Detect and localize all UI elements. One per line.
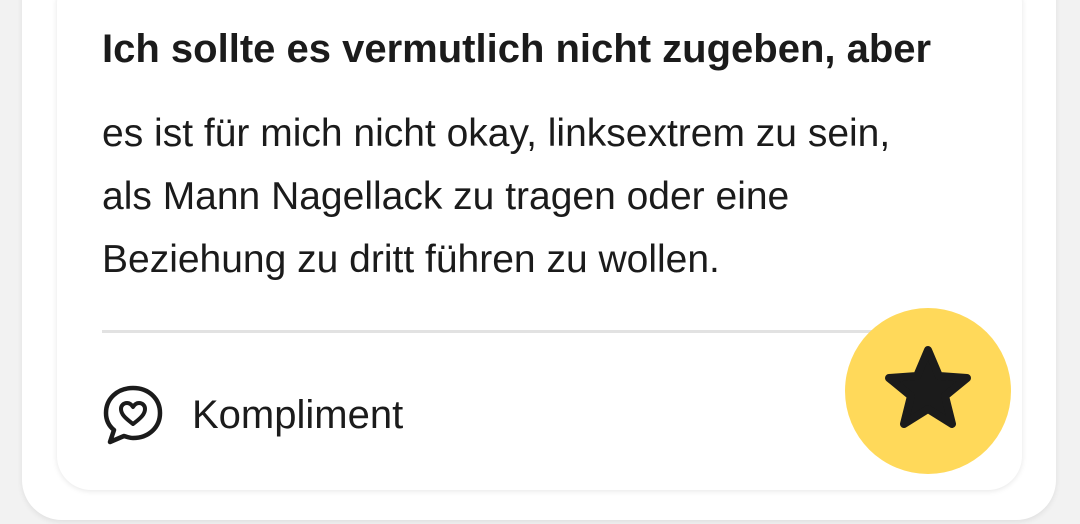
star-button[interactable]	[845, 308, 1011, 474]
star-icon	[882, 343, 974, 440]
compliment-label: Kompliment	[192, 392, 404, 437]
prompt-answer: es ist für mich nicht okay, linksextrem …	[102, 112, 891, 281]
compliment-button[interactable]: Kompliment	[100, 380, 403, 450]
divider	[102, 330, 872, 333]
heart-speech-bubble-icon	[100, 382, 166, 448]
prompt-title: Ich sollte es vermutlich nicht zugeben, …	[102, 27, 932, 71]
